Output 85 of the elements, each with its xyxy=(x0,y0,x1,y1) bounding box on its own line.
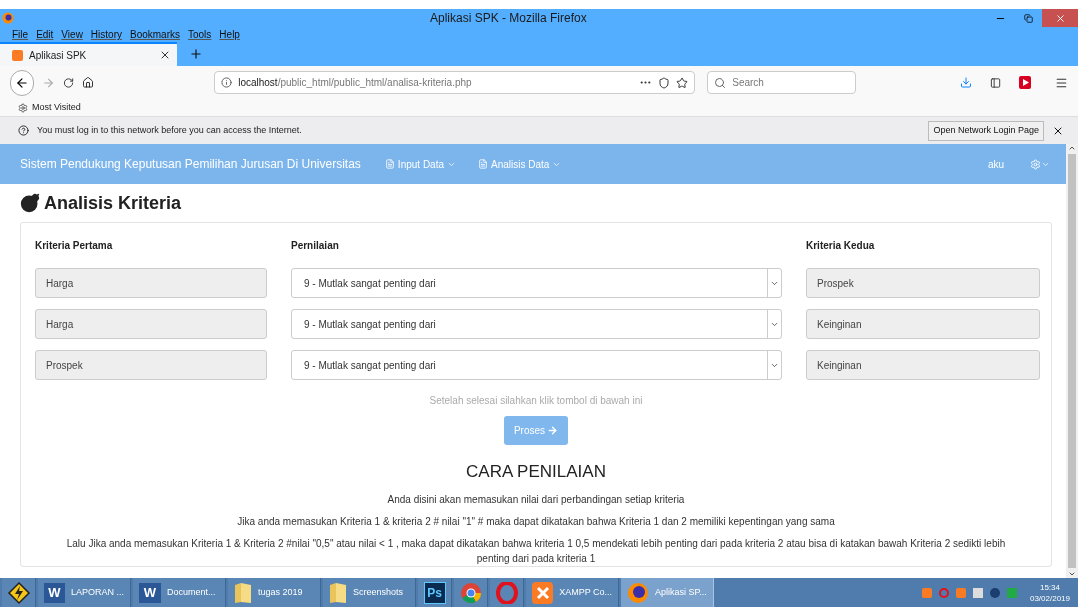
section-title: CARA PENILAIAN xyxy=(466,461,606,483)
taskbar-button[interactable] xyxy=(2,578,36,607)
url-text: localhost/public_html/public_html/analisa-kriteria.php xyxy=(238,76,472,90)
new-tab-icon[interactable] xyxy=(189,47,203,61)
word-icon: W xyxy=(44,582,65,603)
column-heading: Kriteria Pertama xyxy=(35,238,114,253)
criteria-field[interactable]: Harga xyxy=(35,309,267,339)
restore-icon xyxy=(1023,13,1033,23)
document-icon xyxy=(384,159,395,169)
scroll-down-icon[interactable] xyxy=(1068,570,1076,578)
menu-item[interactable]: Edit xyxy=(36,27,54,42)
clock-time[interactable]: 15:34 xyxy=(1039,581,1060,593)
clock-date[interactable]: 03/02/2019 xyxy=(1029,592,1070,604)
photoshop-icon: Ps xyxy=(423,581,446,604)
page-heading: Analisis Kriteria xyxy=(44,191,182,215)
rating-select[interactable]: 9 - Mutlak sangat penting dari xyxy=(291,350,782,380)
criteria-field[interactable]: Harga xyxy=(35,268,267,298)
folder-icon xyxy=(234,581,252,604)
paragraph: Lalu Jika anda memasukan Kriteria 1 & Kriteria 2 #nilai "0,5" atau nilai < 1 , maka dapat dikatakan bahwa kriteria 1 0,5 mendekati lebih penting dari pada kriteria 2 atau bisa di katakan bawah Kriteria 2 sedikti lebih penting dari pada kriteria 1 xyxy=(65,536,1007,566)
xampp-icon xyxy=(12,49,23,61)
scrollbar[interactable] xyxy=(1066,144,1078,578)
back-button[interactable] xyxy=(10,69,35,96)
address-bar[interactable]: localhost/public_html/public_html/analisa-kriteria.php xyxy=(214,71,696,94)
close-icon[interactable] xyxy=(159,49,171,61)
menu-item[interactable]: View xyxy=(61,27,83,42)
rating-select[interactable]: 9 - Mutlak sangat penting dari xyxy=(291,309,782,339)
criteria-field[interactable]: Prospek xyxy=(806,268,1040,298)
hint-text: Setelah selesai silahkan klik tombol di bawah ini xyxy=(429,394,643,408)
tab-title: Aplikasi SPK xyxy=(29,48,87,63)
paragraph: Jika anda memasukan Kriteria 1 & kriteria 2 # nilai "1" # maka dapat dikatakan bahwa Kriteria 1 dan 2 memiliki kepentingan yang sama xyxy=(236,514,836,529)
search-placeholder: Search xyxy=(732,76,764,90)
document-icon xyxy=(478,159,488,169)
sidebar-icon[interactable] xyxy=(990,76,1002,89)
column-heading: Kriteria Kedua xyxy=(806,238,876,253)
chrome-icon xyxy=(459,581,482,604)
firefox-icon xyxy=(2,12,14,24)
gear-icon xyxy=(18,102,28,113)
folder-icon xyxy=(329,581,347,604)
reload-icon[interactable] xyxy=(63,76,75,89)
criteria-field[interactable]: Prospek xyxy=(35,350,267,380)
firefox-icon xyxy=(627,581,649,604)
taskbar-button[interactable]: tugas 2019 xyxy=(228,578,321,607)
menu-item[interactable]: Help xyxy=(219,27,240,42)
play-icon[interactable] xyxy=(1019,76,1032,89)
select-value: 9 - Mutlak sangat penting dari xyxy=(304,317,436,332)
star-icon[interactable] xyxy=(676,76,689,89)
xampp-icon xyxy=(532,581,554,604)
menu-item[interactable]: Tools xyxy=(188,27,212,42)
home-icon[interactable] xyxy=(82,76,95,89)
help-icon xyxy=(18,125,29,136)
download-icon[interactable] xyxy=(960,76,972,89)
taskbar-button[interactable]: W Document... xyxy=(133,578,226,607)
tray-icon[interactable] xyxy=(972,587,983,598)
bomb-icon xyxy=(20,193,40,213)
menu-item[interactable]: File xyxy=(12,27,29,42)
select-value: 9 - Mutlak sangat penting dari xyxy=(304,276,436,291)
taskbar-button[interactable]: Ps xyxy=(418,578,452,607)
browser-tab[interactable]: Aplikasi SPK xyxy=(0,42,177,66)
menu-item[interactable]: Bookmarks xyxy=(130,27,180,42)
bookmark-item[interactable]: Most Visited xyxy=(32,100,81,115)
notification-text: You must log in to this network before you can access the Internet. xyxy=(37,123,302,137)
lightning-icon xyxy=(6,580,31,605)
select-value: 9 - Mutlak sangat penting dari xyxy=(304,358,436,373)
taskbar-button[interactable]: Screenshots xyxy=(323,578,416,607)
taskbar-button[interactable]: XAMPP Co... xyxy=(526,578,619,607)
scroll-up-icon[interactable] xyxy=(1068,144,1076,152)
back-arrow-icon xyxy=(15,75,30,90)
opera-icon xyxy=(495,581,518,604)
window-title: Aplikasi SPK - Mozilla Firefox xyxy=(430,10,587,27)
taskbar-button[interactable]: W LAPORAN ... xyxy=(38,578,131,607)
paragraph: Anda disini akan memasukan nilai dari perbandingan setiap kriteria xyxy=(386,492,686,507)
gear-icon xyxy=(1030,158,1041,170)
login-page-button[interactable]: Open Network Login Page xyxy=(928,120,1044,141)
criteria-field[interactable]: Keinginan xyxy=(806,350,1040,380)
word-icon: W xyxy=(139,582,161,603)
menu-item[interactable]: History xyxy=(90,27,122,42)
close-icon xyxy=(1054,12,1066,24)
column-heading: Pernilaian xyxy=(291,238,340,253)
rating-select[interactable]: 9 - Mutlak sangat penting dari xyxy=(291,268,782,298)
info-icon xyxy=(221,77,233,88)
search-field[interactable]: Search xyxy=(707,71,856,94)
tray-icon[interactable] xyxy=(989,587,1000,598)
criteria-field[interactable]: Keinginan xyxy=(806,309,1040,339)
arrow-right-icon xyxy=(547,425,559,436)
search-icon xyxy=(714,76,727,89)
